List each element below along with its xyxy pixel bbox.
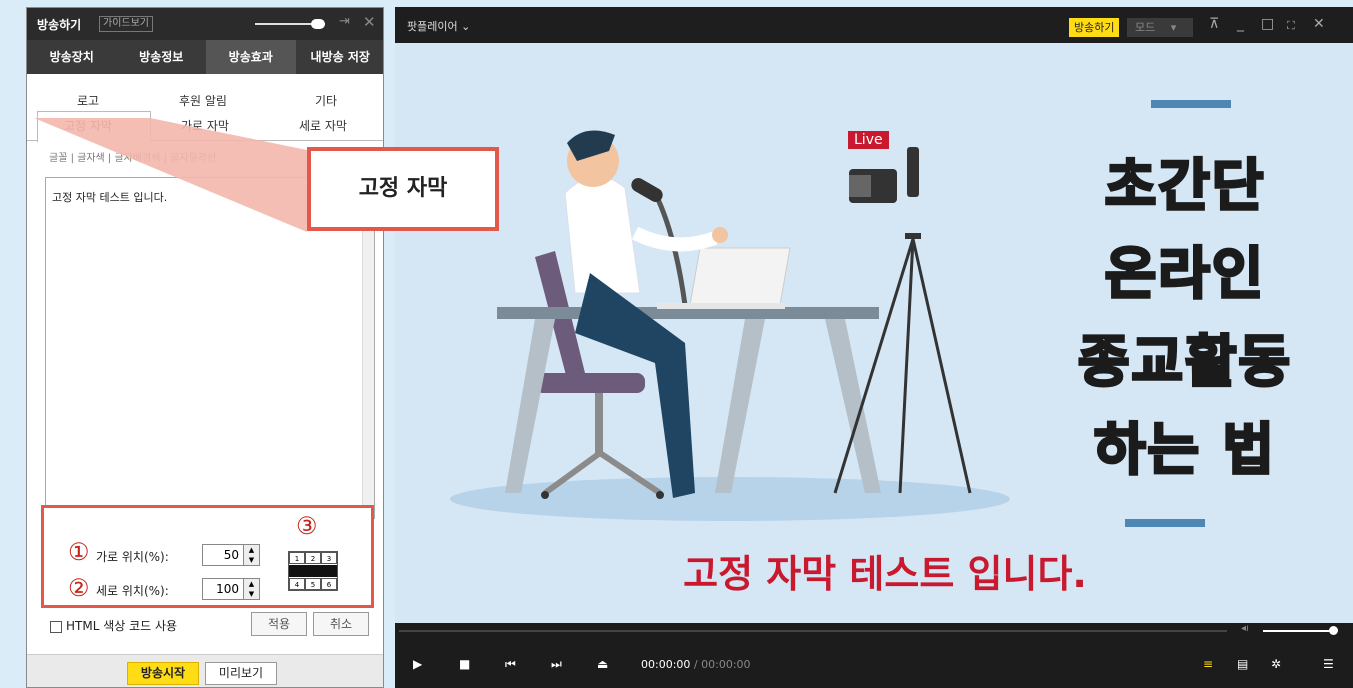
volume-icon[interactable]: ◂ı	[1241, 623, 1249, 634]
vertical-position-label: 세로 위치(%):	[96, 584, 169, 598]
previous-icon[interactable]: ⏮	[505, 657, 516, 672]
opacity-slider-knob[interactable]	[311, 19, 325, 29]
time-separator: /	[693, 658, 698, 671]
cancel-button[interactable]: 취소	[313, 612, 369, 636]
fullscreen-icon[interactable]: ⛶	[1287, 19, 1295, 33]
potplayer-window: 팟플레이어 ⌄ 방송하기 모드 ▾ ⊼ _ □ ⛶ ✕ Live 초간단 온라인…	[395, 7, 1353, 688]
grid-cell[interactable]: 5	[305, 578, 321, 590]
horizontal-position-stepper[interactable]: 50 ▲ ▼	[202, 544, 260, 566]
eject-icon[interactable]: ⏏	[597, 657, 608, 671]
headline-line: 초간단	[1103, 153, 1266, 221]
marker-1: ①	[68, 538, 90, 566]
vertical-position-value: 100	[216, 582, 239, 596]
caret-down-icon: ▾	[1170, 21, 1177, 34]
video-headline: 초간단 온라인 종교활동 하는 법	[1035, 143, 1335, 495]
tab-my-broadcast-save[interactable]: 내방송 저장	[296, 40, 384, 74]
start-broadcast-button[interactable]: 방송시작	[127, 662, 199, 685]
sub-tabs-row1: 로고 후원 알림 기타	[27, 92, 383, 110]
pin-icon[interactable]: ⇥	[339, 14, 350, 29]
tab-etc[interactable]: 기타	[315, 92, 337, 109]
next-icon[interactable]: ⏭	[551, 657, 562, 672]
player-controls: ▶ ■ ⏮ ⏭ ⏏ 00:00:00 / 00:00:00 ≡ ▤ ✲ ☰	[395, 639, 1353, 688]
mode-dropdown[interactable]: 모드 ▾	[1127, 18, 1193, 37]
grid-cell[interactable]: 3	[321, 552, 337, 564]
marker-3: ③	[296, 512, 318, 540]
stepper-arrows-icon[interactable]: ▲ ▼	[243, 579, 259, 599]
marker-2: ②	[68, 574, 90, 602]
html-color-label: HTML 색상 코드 사용	[66, 619, 178, 633]
playlist-search-icon[interactable]: ≡	[1203, 657, 1213, 671]
playlist-icon[interactable]: ▤	[1237, 657, 1248, 671]
tab-logo[interactable]: 로고	[77, 92, 99, 109]
grid-cell[interactable]: 2	[305, 552, 321, 564]
seek-track[interactable]	[399, 630, 1227, 632]
player-titlebar: 팟플레이어 ⌄ 방송하기 모드 ▾ ⊼ _ □ ⛶ ✕	[395, 7, 1353, 43]
broadcast-panel: 방송하기 가이드보기 ⇥ ✕ 방송장치 방송정보 방송효과 내방송 저장 로고 …	[26, 7, 384, 688]
fixed-caption-overlay: 고정 자막 테스트 입니다.	[683, 552, 1087, 596]
grid-selected-row[interactable]	[289, 565, 337, 577]
video-area[interactable]: Live 초간단 온라인 종교활동 하는 법 고정 자막 테스트 입니다.	[395, 43, 1353, 623]
maximize-icon[interactable]: □	[1261, 16, 1274, 32]
horizontal-position-label: 가로 위치(%):	[96, 550, 169, 564]
preview-button[interactable]: 미리보기	[205, 662, 277, 685]
headline-line: 종교활동	[1076, 329, 1293, 397]
main-tabs: 방송장치 방송정보 방송효과 내방송 저장	[27, 40, 384, 74]
headline-line: 온라인	[1103, 241, 1266, 309]
tab-vertical-caption[interactable]: 세로 자막	[299, 117, 347, 134]
volume-slider[interactable]	[1263, 630, 1333, 632]
tab-broadcast-device[interactable]: 방송장치	[27, 40, 117, 74]
time-total: 00:00:00	[701, 658, 751, 671]
player-broadcast-button[interactable]: 방송하기	[1069, 18, 1120, 37]
stepper-arrows-icon[interactable]: ▲ ▼	[243, 545, 259, 565]
grid-cell[interactable]: 6	[321, 578, 337, 590]
tab-horizontal-caption[interactable]: 가로 자막	[181, 117, 229, 134]
html-color-checkbox[interactable]	[50, 620, 62, 633]
grid-top-row: 1 2 3	[289, 552, 337, 564]
panel-bottom-bar: 방송시작 미리보기	[27, 654, 383, 687]
live-badge: Live	[848, 131, 889, 149]
position-grid[interactable]: 1 2 3 4 5 6	[288, 551, 338, 591]
panel-titlebar: 방송하기 가이드보기 ⇥ ✕	[27, 8, 383, 40]
headline-line: 하는 법	[1092, 417, 1277, 485]
position-settings-box: ① 가로 위치(%): 50 ▲ ▼ ② 세로 위치(%): 100 ▲ ▼ ③ 1…	[41, 505, 374, 608]
apply-button[interactable]: 적용	[251, 612, 307, 636]
progress-bar[interactable]: ◂ı	[395, 623, 1353, 639]
play-icon[interactable]: ▶	[413, 657, 422, 671]
tab-broadcast-info[interactable]: 방송정보	[117, 40, 207, 74]
mode-label: 모드	[1135, 21, 1156, 34]
tab-broadcast-effects[interactable]: 방송효과	[206, 40, 296, 74]
close-icon[interactable]: ✕	[1313, 16, 1325, 32]
grid-cell[interactable]: 1	[289, 552, 305, 564]
horizontal-position-value: 50	[223, 548, 239, 562]
html-color-option[interactable]: HTML 색상 코드 사용	[50, 617, 177, 634]
grid-bottom-row: 4 5 6	[289, 578, 337, 590]
grid-cell[interactable]: 4	[289, 578, 305, 590]
tab-donation-alert[interactable]: 후원 알림	[179, 92, 227, 109]
callout-label: 고정 자막	[307, 147, 499, 231]
volume-knob[interactable]	[1329, 626, 1338, 635]
panel-title: 방송하기	[37, 18, 82, 32]
guide-button[interactable]: 가이드보기	[99, 16, 153, 32]
font-options-tabs[interactable]: 글꼴 | 글자색 | 글자배경색 | 글자윤곽선	[49, 149, 216, 164]
caption-text: 고정 자막 테스트 입니다.	[52, 191, 168, 204]
stop-icon[interactable]: ■	[459, 657, 470, 671]
tab-fixed-caption[interactable]: 고정 자막	[64, 117, 112, 134]
chevron-down-icon[interactable]: ⌄	[461, 20, 470, 33]
close-icon[interactable]: ✕	[363, 13, 376, 31]
menu-icon[interactable]: ☰	[1323, 657, 1334, 671]
player-title[interactable]: 팟플레이어 ⌄	[407, 18, 470, 34]
minimize-icon[interactable]: _	[1237, 16, 1244, 32]
player-title-text: 팟플레이어	[407, 20, 458, 33]
pin-top-icon[interactable]: ⊼	[1209, 16, 1219, 32]
vertical-position-stepper[interactable]: 100 ▲ ▼	[202, 578, 260, 600]
gear-icon[interactable]: ✲	[1271, 657, 1281, 671]
time-current: 00:00:00	[641, 658, 691, 671]
sub-tabs-row2: 고정 자막 가로 자막 세로 자막	[27, 111, 383, 142]
time-display: 00:00:00 / 00:00:00	[641, 658, 751, 671]
